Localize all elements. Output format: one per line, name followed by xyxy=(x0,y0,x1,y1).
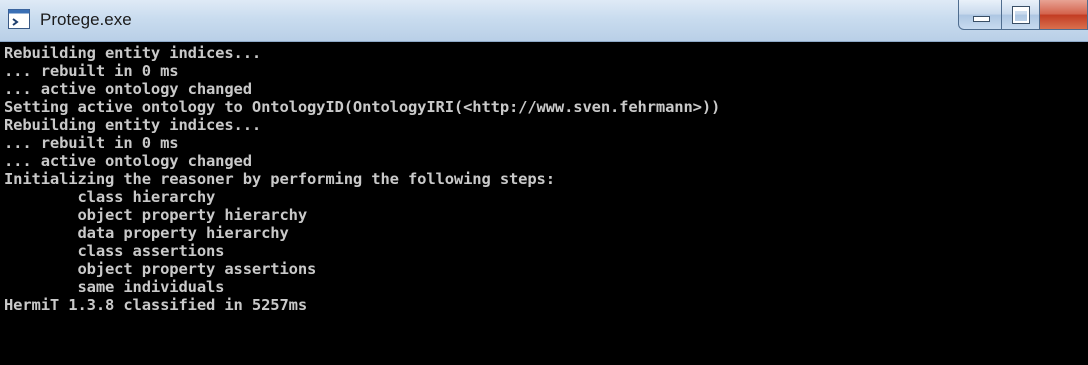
console-line: class assertions xyxy=(4,242,225,260)
console-line: ... rebuilt in 0 ms xyxy=(4,62,179,80)
console-line: same individuals xyxy=(4,278,225,296)
window-title: Protege.exe xyxy=(40,10,132,29)
console-line: data property hierarchy xyxy=(4,224,289,242)
console-app-icon[interactable] xyxy=(8,9,30,29)
console-line: ... active ontology changed xyxy=(4,80,252,98)
close-button[interactable] xyxy=(1040,0,1088,30)
maximize-button[interactable] xyxy=(1002,0,1040,30)
console-window: Protege.exe Rebuilding entity indices...… xyxy=(0,0,1088,365)
title-bar[interactable]: Protege.exe xyxy=(0,0,1088,42)
minimize-icon xyxy=(973,16,990,22)
minimize-button[interactable] xyxy=(958,0,1002,30)
console-line: HermiT 1.3.8 classified in 5257ms xyxy=(4,296,307,314)
window-controls xyxy=(958,0,1088,31)
maximize-icon xyxy=(1012,6,1030,24)
console-line: object property assertions xyxy=(4,260,317,278)
console-line: ... active ontology changed xyxy=(4,152,252,170)
console-line: Rebuilding entity indices... xyxy=(4,44,262,62)
console-line: Rebuilding entity indices... xyxy=(4,116,262,134)
console-line: Setting active ontology to OntologyID(On… xyxy=(4,98,721,116)
console-line: ... rebuilt in 0 ms xyxy=(4,134,179,152)
console-line: class hierarchy xyxy=(4,188,216,206)
console-line: object property hierarchy xyxy=(4,206,307,224)
console-line: Initializing the reasoner by performing … xyxy=(4,170,555,188)
console-output[interactable]: Rebuilding entity indices... ... rebuilt… xyxy=(0,42,1088,365)
